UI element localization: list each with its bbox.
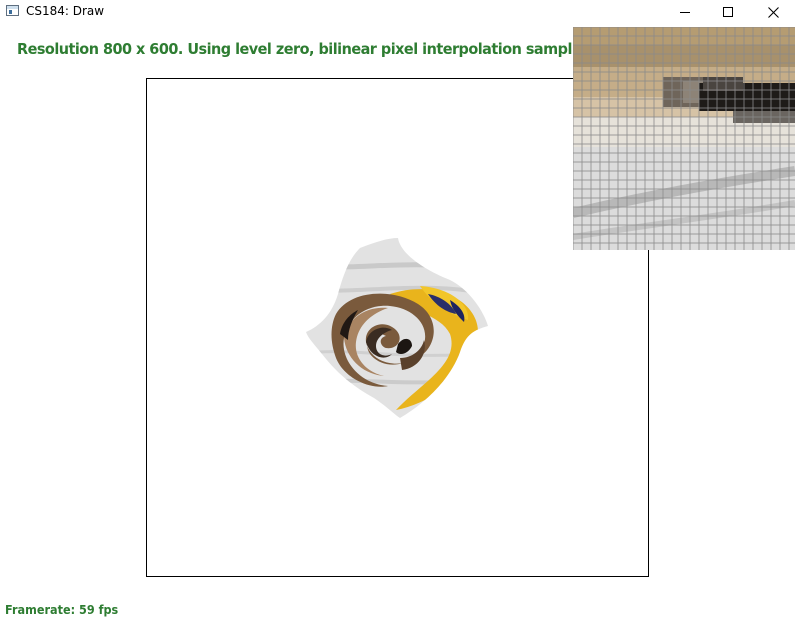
maximize-button[interactable] [705,0,751,24]
framerate-label: Framerate: 59 fps [5,602,119,617]
window-title: CS184: Draw [26,4,105,18]
close-button[interactable] [750,0,795,24]
minimize-icon [680,12,690,13]
title-bar[interactable]: CS184: Draw [0,0,795,24]
pixel-zoom-preview [573,27,795,250]
maximize-icon [723,7,733,17]
swirled-texture-image [306,238,488,418]
minimize-button[interactable] [662,0,708,24]
zoomed-pixels-image [573,27,795,250]
close-icon [767,6,779,18]
app-window-icon [6,5,19,16]
